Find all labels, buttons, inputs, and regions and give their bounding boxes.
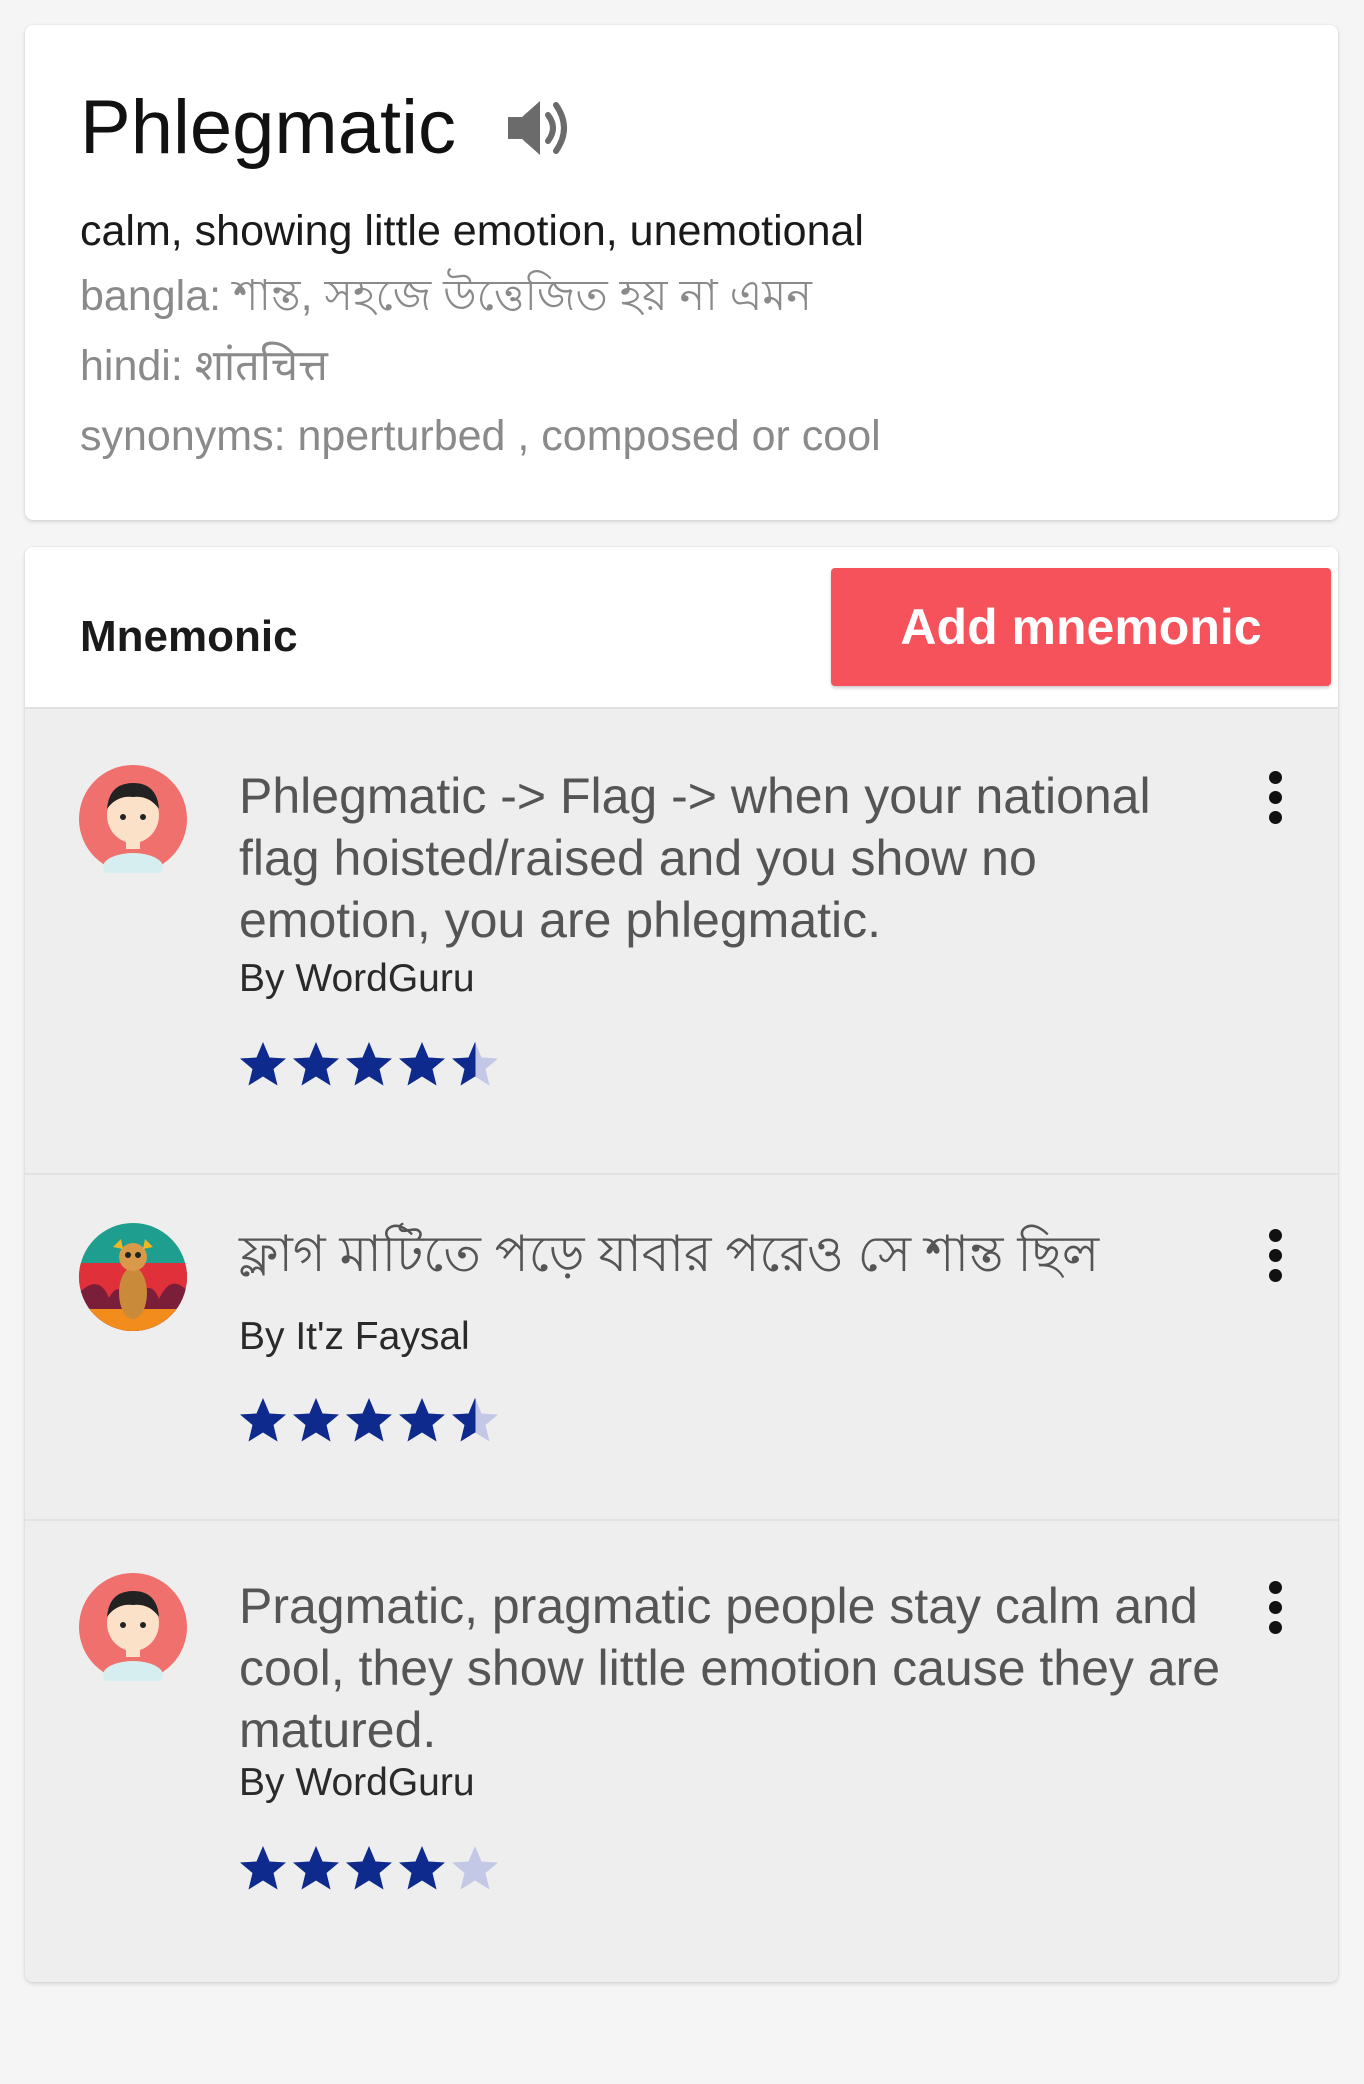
mnemonic-author: By WordGuru <box>239 957 475 1000</box>
star-icon <box>452 1398 498 1442</box>
star-icon <box>346 1846 392 1890</box>
rating-stars <box>237 1843 502 1895</box>
synonyms: synonyms: nperturbed , composed or cool <box>80 412 881 460</box>
mnemonic-text: ফ্লাগ মাটিতে পড়ে যাবার পরেও সে শান্ত ছি… <box>239 1226 1100 1282</box>
more-options-icon[interactable] <box>1263 1581 1287 1641</box>
mnemonic-author: By It'z Faysal <box>239 1315 470 1358</box>
mnemonic-card: Mnemonic Add mnemonic Phlegmatic -> Flag… <box>25 547 1338 1982</box>
star-icon <box>452 1846 498 1890</box>
hindi-translation: hindi: शांतचित्त <box>80 342 328 390</box>
mnemonic-header: Mnemonic Add mnemonic <box>25 547 1338 707</box>
mnemonic-item: ফ্লাগ মাটিতে পড়ে যাবার পরেও সে শান্ত ছি… <box>25 1173 1338 1521</box>
star-icon <box>240 1042 286 1086</box>
star-icon <box>399 1042 445 1086</box>
mnemonic-text: Phlegmatic -> Flag -> when your national… <box>239 768 1151 948</box>
rating-stars <box>237 1039 502 1091</box>
word-definition: calm, showing little emotion, unemotiona… <box>80 207 864 255</box>
star-icon <box>346 1398 392 1442</box>
word-card: Phlegmatic calm, showing little emotion,… <box>25 25 1338 520</box>
word-title: Phlegmatic <box>80 85 456 170</box>
star-icon <box>293 1042 339 1086</box>
person-avatar <box>79 765 187 873</box>
bangla-translation: bangla: শান্ত, সহজে উত্তেজিত হয় না এমন <box>80 272 812 320</box>
star-icon <box>293 1846 339 1890</box>
mnemonic-label: Mnemonic <box>80 612 298 661</box>
person-avatar <box>79 1573 187 1681</box>
star-icon <box>293 1398 339 1442</box>
volume-icon[interactable] <box>504 93 574 163</box>
star-icon <box>399 1846 445 1890</box>
add-mnemonic-button[interactable]: Add mnemonic <box>831 568 1331 686</box>
rating-stars <box>237 1395 502 1447</box>
more-options-icon[interactable] <box>1263 1229 1287 1289</box>
word-title-row: Phlegmatic <box>80 90 574 166</box>
star-icon <box>399 1398 445 1442</box>
more-options-icon[interactable] <box>1263 771 1287 831</box>
mnemonic-item: Pragmatic, pragmatic people stay calm an… <box>25 1519 1338 1982</box>
star-icon <box>452 1042 498 1086</box>
mnemonic-text: Pragmatic, pragmatic people stay calm an… <box>239 1578 1221 1758</box>
meerkat-avatar <box>79 1223 187 1331</box>
mnemonic-item: Phlegmatic -> Flag -> when your national… <box>25 707 1338 1175</box>
mnemonic-author: By WordGuru <box>239 1761 475 1804</box>
star-icon <box>240 1398 286 1442</box>
star-icon <box>346 1042 392 1086</box>
star-icon <box>240 1846 286 1890</box>
